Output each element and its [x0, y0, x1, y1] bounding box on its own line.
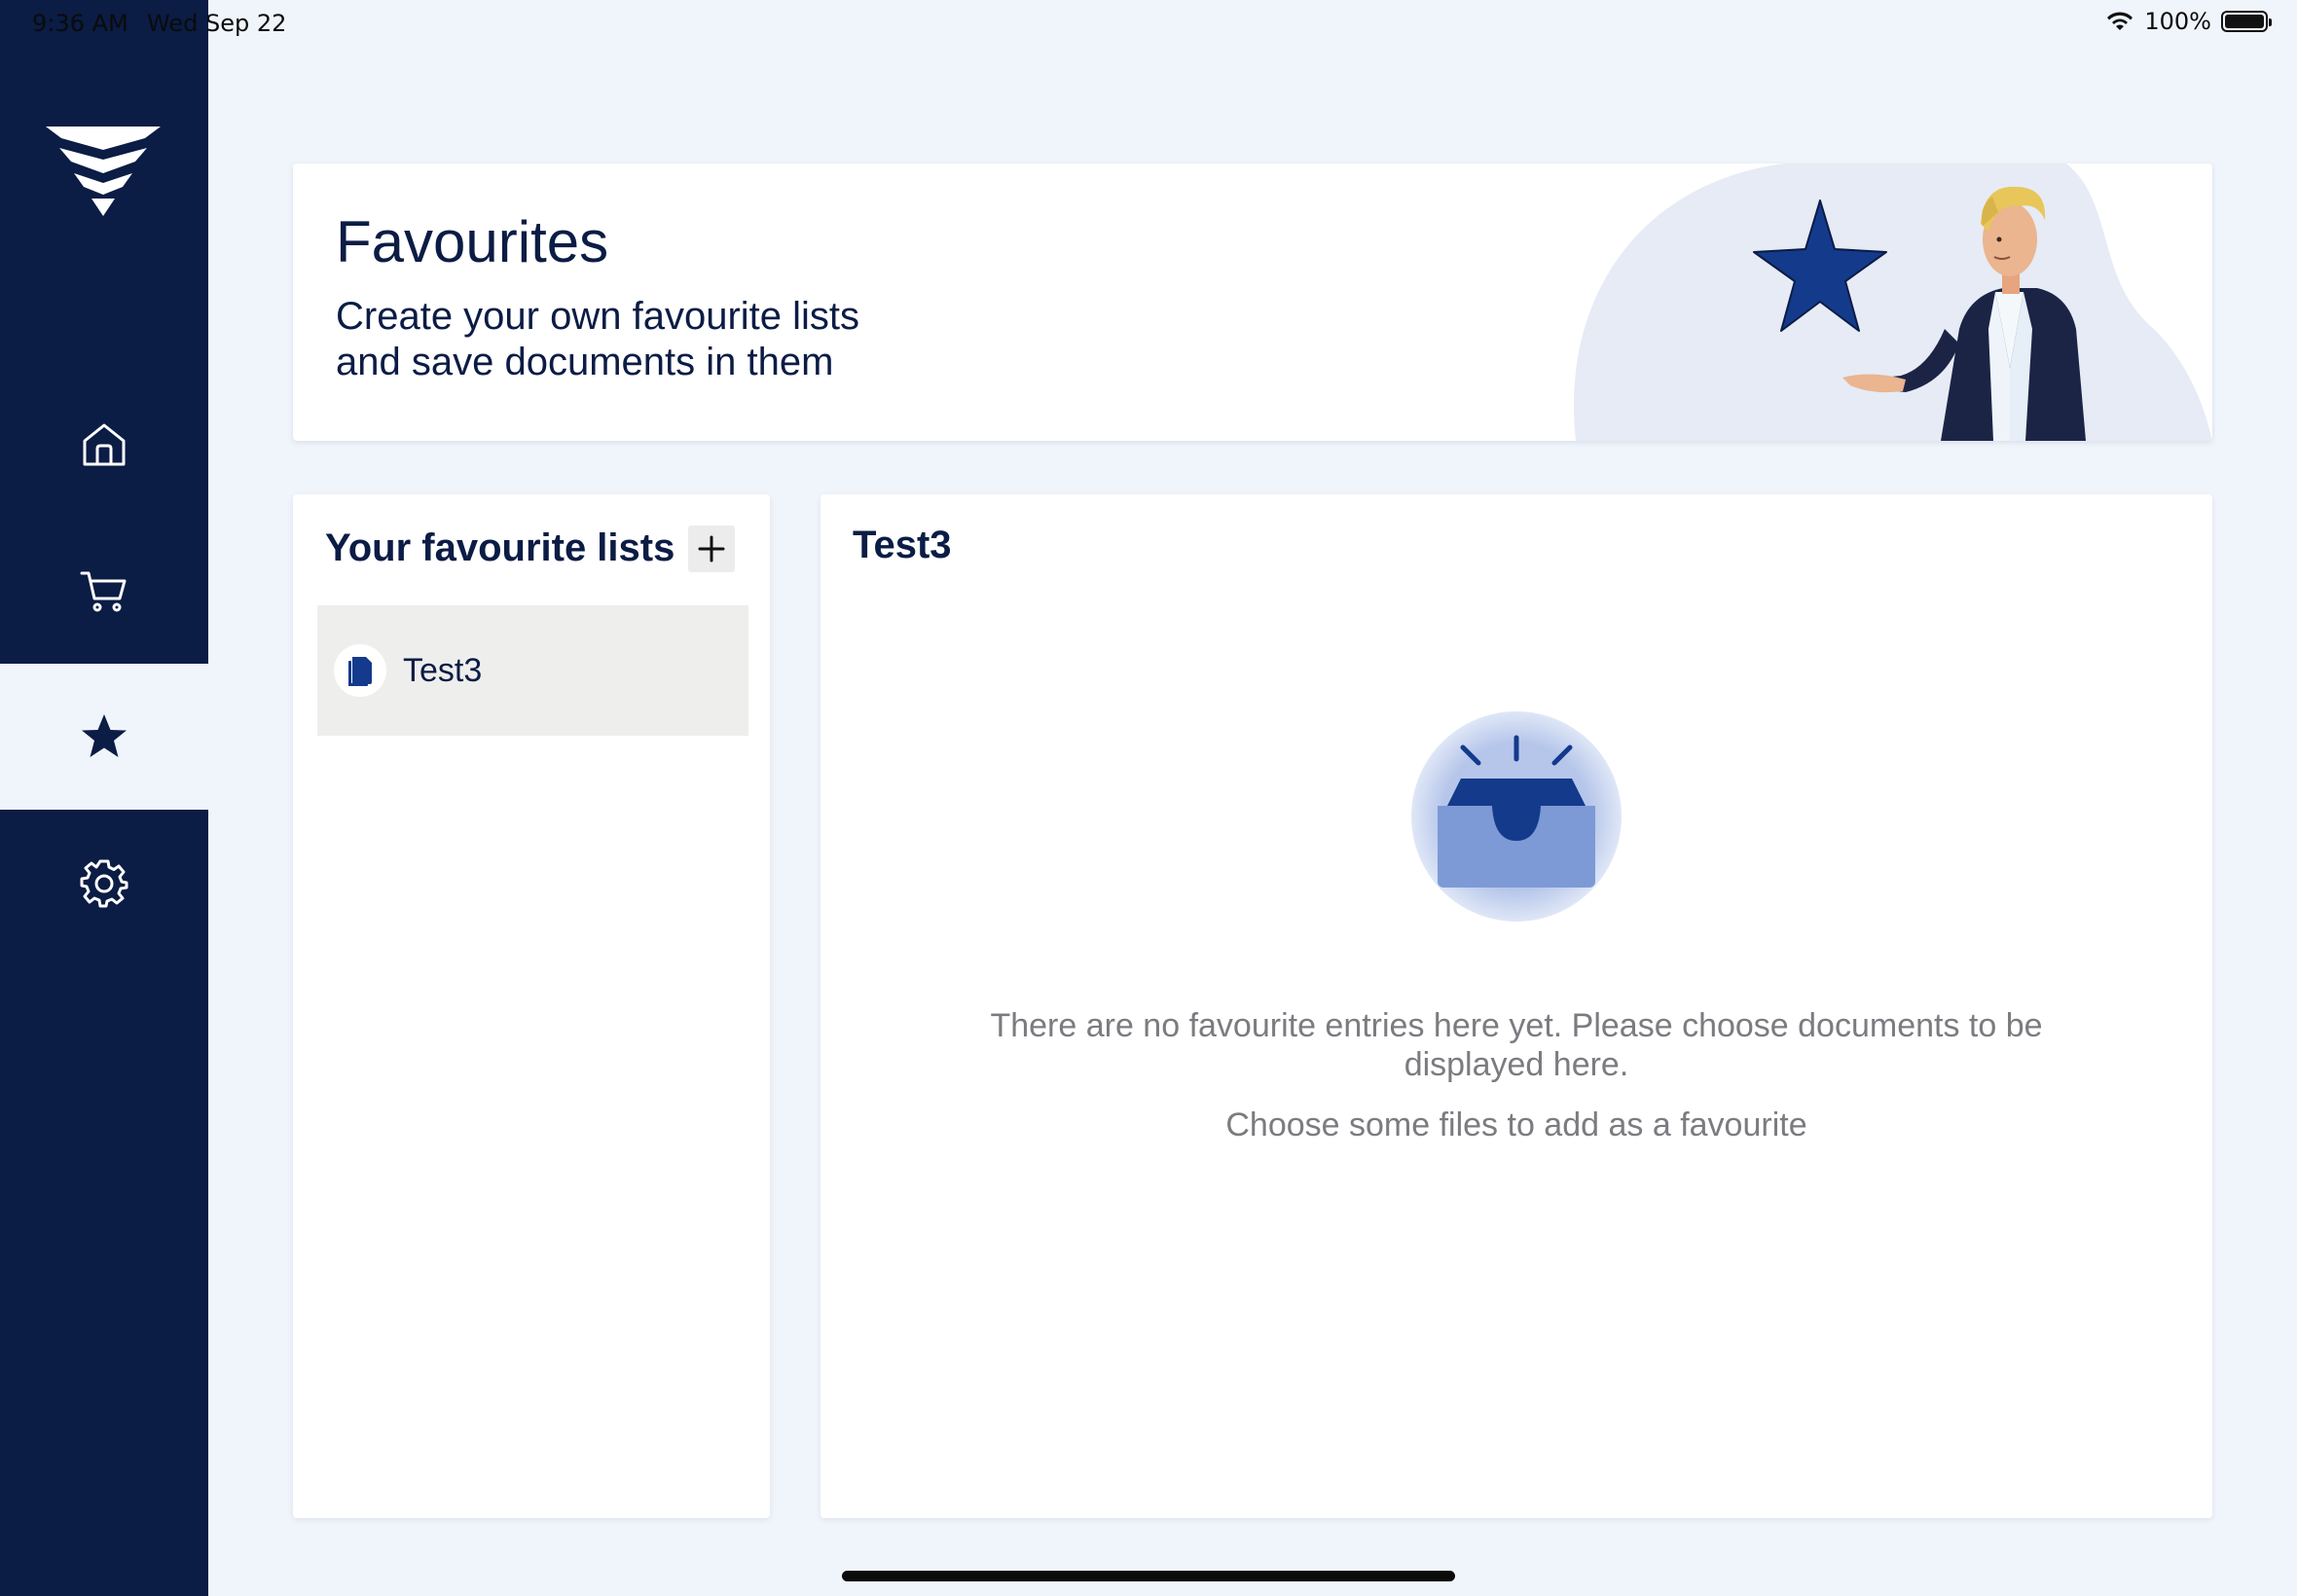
favourite-list-item[interactable]: Test3 — [317, 605, 748, 736]
empty-message-line-1: There are no favourite entries here yet.… — [990, 1007, 2043, 1044]
home-icon — [83, 423, 126, 466]
nav-favourites[interactable] — [0, 664, 208, 810]
favourites-banner: Favourites Create your own favourite lis… — [293, 163, 2212, 441]
list-item-label: Test3 — [403, 651, 483, 689]
battery-percentage: 100% — [2144, 8, 2211, 35]
empty-message: There are no favourite entries here yet.… — [957, 1006, 2076, 1084]
favourite-lists-panel: Your favourite lists Test3 — [293, 494, 770, 1518]
sidebar — [0, 0, 208, 1596]
star-icon — [82, 714, 127, 757]
lists-panel-title: Your favourite lists — [325, 526, 675, 569]
document-icon — [348, 657, 372, 686]
nav-cart[interactable] — [0, 518, 208, 664]
empty-message-line-2: displayed here. — [1404, 1046, 1629, 1083]
nav-home[interactable] — [0, 372, 208, 518]
list-detail-panel: Test3 There are no favourite entries her… — [820, 494, 2212, 1518]
wifi-icon — [2107, 12, 2133, 30]
home-indicator[interactable] — [842, 1571, 1455, 1581]
page-subtitle-line-1: Create your own favourite lists — [336, 295, 860, 338]
list-item-icon-wrap — [334, 644, 386, 697]
status-time: 9:36 AM — [32, 10, 128, 37]
app-screen: 9:36 AM Wed Sep 22 100% Favourites Creat… — [0, 0, 2297, 1596]
add-list-button[interactable] — [688, 526, 735, 572]
cart-icon — [80, 571, 127, 612]
empty-inbox-icon — [1411, 711, 1622, 922]
detail-title: Test3 — [853, 524, 952, 566]
status-date: Wed Sep 22 — [147, 10, 287, 37]
plus-icon — [698, 535, 725, 562]
gear-icon — [80, 859, 128, 908]
page-subtitle: Create your own favourite lists and save… — [336, 294, 1017, 385]
page-subtitle-line-2: and save documents in them — [336, 341, 834, 383]
status-bar: 9:36 AM Wed Sep 22 100% — [0, 0, 2297, 47]
battery-icon — [2221, 11, 2272, 32]
page-title: Favourites — [336, 209, 609, 274]
app-logo — [46, 127, 161, 216]
status-right: 100% — [2105, 8, 2272, 35]
empty-hint: Choose some files to add as a favourite — [1225, 1106, 1807, 1143]
banner-illustration — [1573, 163, 2212, 441]
nav-settings[interactable] — [0, 810, 208, 956]
